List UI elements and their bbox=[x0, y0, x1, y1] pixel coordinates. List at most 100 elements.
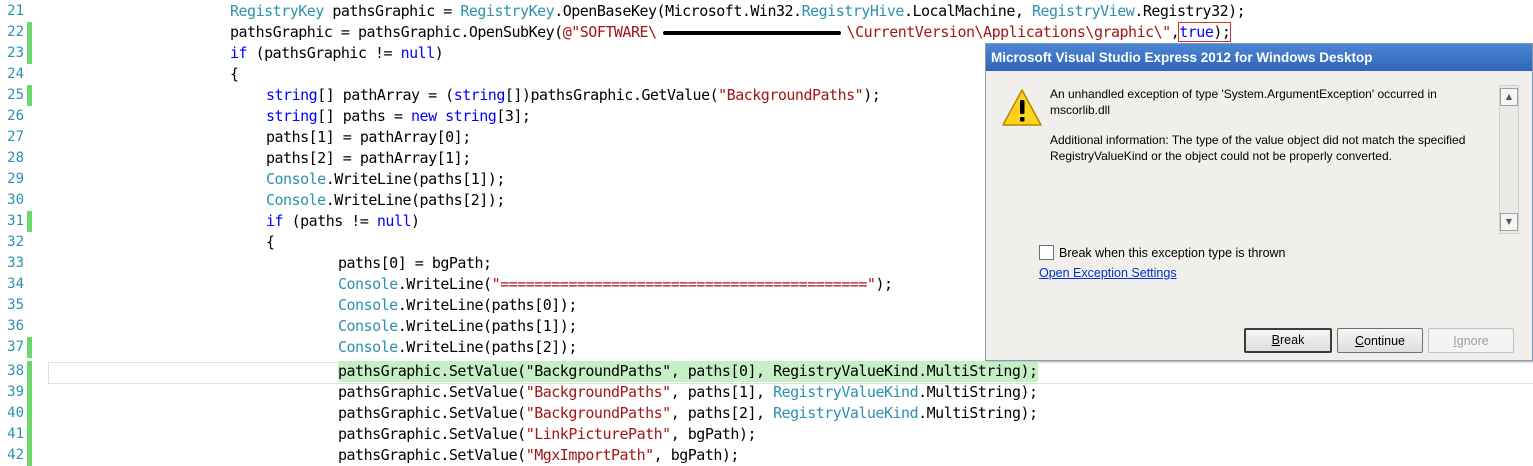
code-token: , bbox=[1170, 23, 1180, 41]
code-text[interactable]: string[] paths = new string[3]; bbox=[266, 106, 531, 127]
code-text[interactable]: pathsGraphic.SetValue("MgxImportPath", b… bbox=[338, 445, 739, 466]
code-text[interactable]: { bbox=[230, 64, 239, 85]
code-text[interactable]: Console.WriteLine(paths[1]); bbox=[338, 316, 577, 337]
code-token: pathsGraphic = pathsGraphic.OpenSubKey( bbox=[230, 23, 563, 41]
code-token: ); bbox=[875, 275, 893, 293]
code-text[interactable]: if (pathsGraphic != null) bbox=[230, 43, 444, 64]
line-number: 29 bbox=[7, 171, 24, 187]
code-text[interactable]: paths[0] = bgPath; bbox=[338, 253, 492, 274]
exception-message-area: An unhandled exception of type 'System.A… bbox=[1050, 86, 1482, 236]
line-number: 40 bbox=[7, 405, 24, 421]
code-line[interactable]: 41 pathsGraphic.SetValue("LinkPicturePat… bbox=[0, 424, 1533, 445]
ignore-label: gnore bbox=[1456, 334, 1489, 348]
code-token: pathsGraphic.SetValue( bbox=[338, 425, 526, 443]
dialog-title[interactable]: Microsoft Visual Studio Express 2012 for… bbox=[986, 44, 1532, 71]
code-text[interactable]: paths[2] = pathArray[1]; bbox=[266, 148, 471, 169]
code-token: .WriteLine(paths[1]); bbox=[397, 317, 578, 335]
code-text[interactable]: { bbox=[266, 232, 275, 253]
code-text[interactable]: pathsGraphic.SetValue("LinkPicturePath",… bbox=[338, 424, 757, 445]
line-number: 38 bbox=[7, 363, 24, 379]
code-token: .MultiString); bbox=[918, 404, 1038, 422]
code-token: (pathsGraphic != bbox=[247, 44, 401, 62]
code-line[interactable]: 40 pathsGraphic.SetValue("BackgroundPath… bbox=[0, 403, 1533, 424]
code-text[interactable]: if (paths != null) bbox=[266, 211, 420, 232]
code-text[interactable]: paths[1] = pathArray[0]; bbox=[266, 127, 471, 148]
change-marker bbox=[27, 424, 32, 445]
ignore-button[interactable]: Ignore bbox=[1428, 328, 1514, 353]
string-token: @"SOFTWARE\ bbox=[562, 23, 657, 41]
code-text[interactable]: pathsGraphic = pathsGraphic.OpenSubKey(@… bbox=[230, 22, 1232, 43]
change-marker bbox=[27, 85, 32, 106]
checkbox-label: Break when this exception type is thrown bbox=[1059, 246, 1286, 260]
code-line[interactable]: 42 pathsGraphic.SetValue("MgxImportPath"… bbox=[0, 445, 1533, 466]
code-token: pathsGraphic.SetValue( bbox=[338, 446, 526, 464]
checkbox-box[interactable] bbox=[1039, 245, 1054, 260]
code-text[interactable]: RegistryKey pathsGraphic = RegistryKey.O… bbox=[230, 1, 1246, 22]
type-token: Console bbox=[338, 338, 398, 356]
code-token: pathsGraphic.SetValue( bbox=[338, 383, 526, 401]
code-token: .OpenBaseKey(Microsoft.Win32. bbox=[554, 2, 802, 20]
keyword-token: string bbox=[266, 107, 318, 125]
string-token: "=======================================… bbox=[491, 275, 876, 293]
redaction-bar bbox=[662, 30, 841, 35]
code-text[interactable]: Console.WriteLine("=====================… bbox=[338, 274, 893, 295]
code-text[interactable]: Console.WriteLine(paths[2]); bbox=[266, 190, 505, 211]
code-line-current[interactable]: 38 pathsGraphic.SetValue("BackgroundPath… bbox=[0, 361, 1533, 382]
code-token: pathsGraphic = bbox=[323, 2, 461, 20]
string-token: \CurrentVersion\Applications\graphic\" bbox=[846, 23, 1172, 41]
code-line[interactable]: 39 pathsGraphic.SetValue("BackgroundPath… bbox=[0, 382, 1533, 403]
type-token: Console bbox=[266, 170, 326, 188]
line-number: 41 bbox=[7, 426, 24, 442]
keyword-token: new bbox=[411, 107, 437, 125]
scroll-down-button[interactable]: ▼ bbox=[1500, 213, 1518, 231]
code-token: ) bbox=[411, 212, 420, 230]
line-number: 30 bbox=[7, 192, 24, 208]
continue-button[interactable]: Continue bbox=[1337, 328, 1423, 353]
keyword-token: null bbox=[400, 44, 436, 62]
keyword-token: if bbox=[230, 44, 248, 62]
code-line[interactable]: 22 pathsGraphic = pathsGraphic.OpenSubKe… bbox=[0, 22, 1533, 43]
code-token: , bgPath); bbox=[670, 425, 757, 443]
code-token: , paths[2], bbox=[670, 404, 774, 422]
type-token: RegistryView bbox=[1031, 2, 1135, 20]
code-text[interactable]: pathsGraphic.SetValue("BackgroundPaths",… bbox=[338, 382, 1038, 403]
message-scrollbar[interactable]: ▲ ▼ bbox=[1499, 85, 1519, 234]
keyword-token: string bbox=[266, 86, 318, 104]
open-exception-settings-link[interactable]: Open Exception Settings bbox=[1039, 266, 1177, 280]
scroll-up-button[interactable]: ▲ bbox=[1500, 88, 1518, 106]
code-token: ); bbox=[1213, 23, 1231, 41]
change-marker bbox=[27, 43, 32, 64]
type-token: Console bbox=[338, 275, 398, 293]
exception-dialog[interactable]: Microsoft Visual Studio Express 2012 for… bbox=[985, 43, 1533, 361]
keyword-token: null bbox=[376, 212, 412, 230]
change-marker bbox=[27, 445, 32, 466]
code-token: .LocalMachine, bbox=[903, 2, 1032, 20]
break-button[interactable]: Break bbox=[1244, 328, 1332, 353]
line-number: 33 bbox=[7, 255, 24, 271]
line-number: 37 bbox=[7, 339, 24, 355]
code-token: .WriteLine(paths[2]); bbox=[325, 191, 506, 209]
break-on-exception-checkbox[interactable]: Break when this exception type is thrown bbox=[1039, 245, 1286, 260]
line-number: 28 bbox=[7, 150, 24, 166]
keyword-token: string bbox=[445, 107, 497, 125]
change-marker bbox=[27, 382, 32, 403]
string-token: "BackgroundPaths" bbox=[525, 404, 672, 422]
code-token: [])pathsGraphic.GetValue( bbox=[504, 86, 719, 104]
line-number: 39 bbox=[7, 384, 24, 400]
code-text[interactable]: string[] pathArray = (string[])pathsGrap… bbox=[266, 85, 881, 106]
code-text[interactable]: pathsGraphic.SetValue("BackgroundPaths",… bbox=[338, 403, 1038, 424]
line-number: 42 bbox=[7, 447, 24, 463]
type-token: Console bbox=[338, 296, 398, 314]
code-token: .WriteLine( bbox=[397, 275, 492, 293]
code-text[interactable]: Console.WriteLine(paths[1]); bbox=[266, 169, 505, 190]
type-token: RegistryKey bbox=[230, 2, 324, 20]
line-number: 21 bbox=[7, 3, 24, 19]
additional-information: Additional information: The type of the … bbox=[1050, 133, 1466, 163]
code-text[interactable]: Console.WriteLine(paths[0]); bbox=[338, 295, 577, 316]
code-text[interactable]: Console.WriteLine(paths[2]); bbox=[338, 337, 577, 358]
current-statement-highlight[interactable]: pathsGraphic.SetValue("BackgroundPaths",… bbox=[338, 361, 1038, 382]
line-number: 36 bbox=[7, 318, 24, 334]
code-line[interactable]: 21 RegistryKey pathsGraphic = RegistryKe… bbox=[0, 1, 1533, 22]
type-token: Console bbox=[338, 317, 398, 335]
